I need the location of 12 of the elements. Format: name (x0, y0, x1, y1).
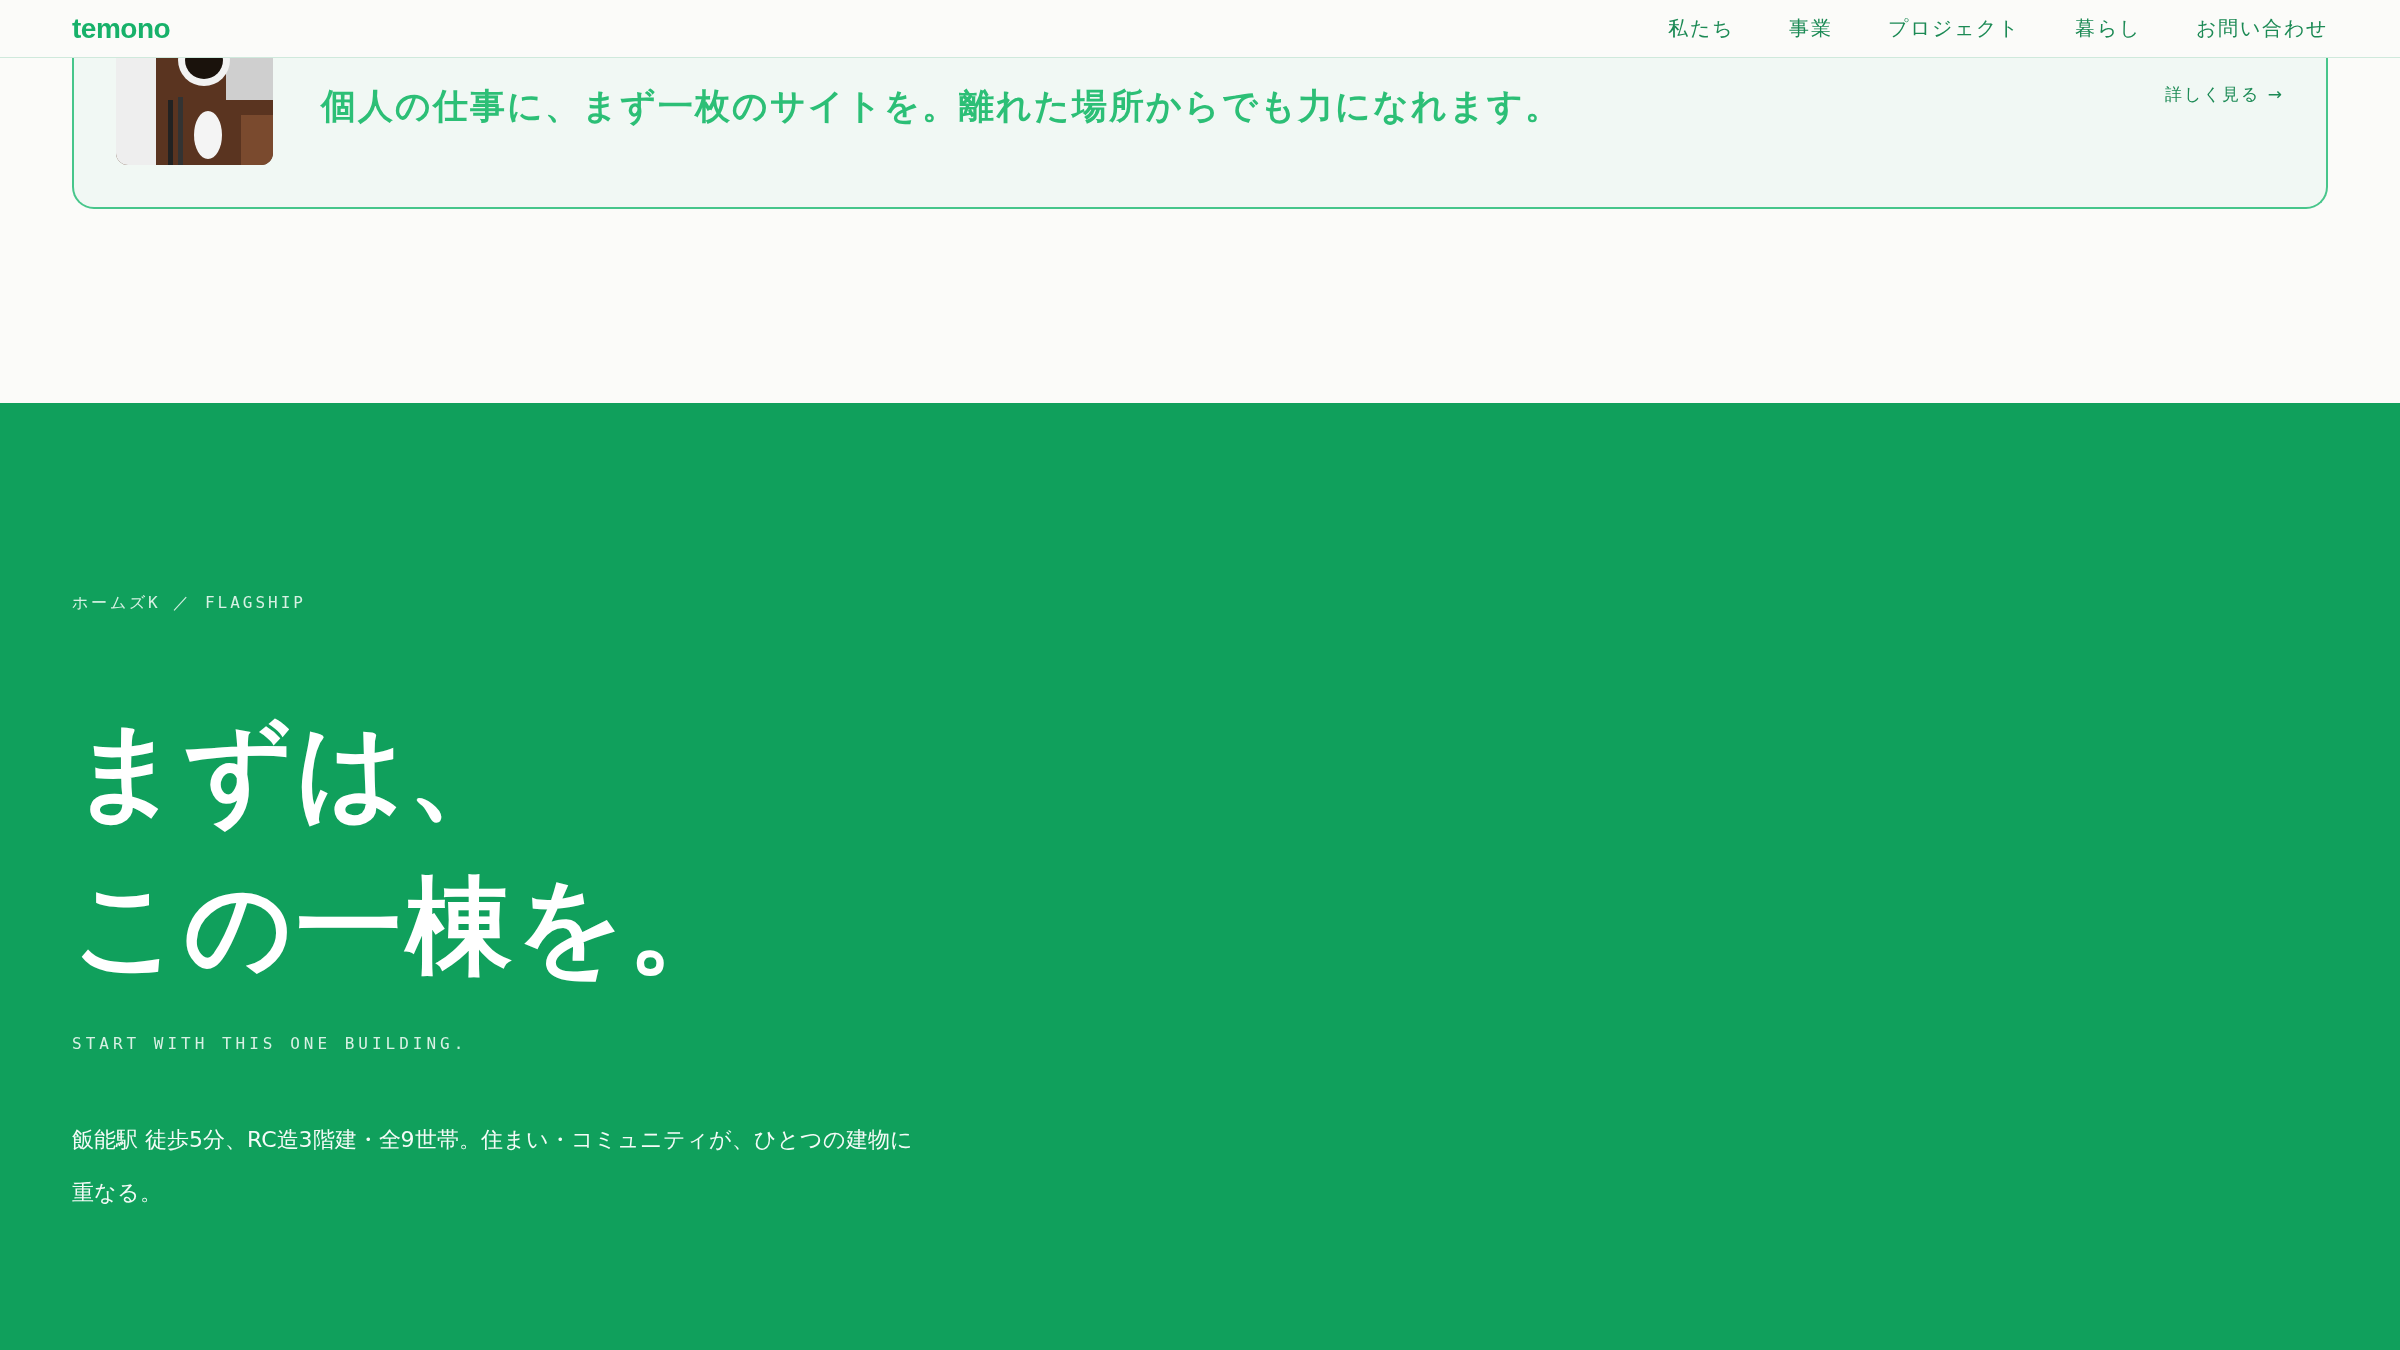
subtitle: START WITH THIS ONE BUILDING. (72, 1034, 469, 1053)
headline: まずは、 この一棟を。 (72, 709, 739, 990)
nav-link[interactable]: 暮らし (2075, 15, 2141, 42)
logo[interactable]: temono (72, 12, 171, 45)
nav-link[interactable]: 私たち (1668, 15, 1734, 42)
breadcrumb: ホームズK ／ FLAGSHIP (72, 593, 307, 614)
nav-link[interactable]: プロジェクト (1888, 15, 2020, 42)
nav-link[interactable]: 事業 (1789, 15, 1833, 42)
description: 飯能駅 徒歩5分、RC造3階建・全9世帯。住まい・コミュニティが、ひとつの建物に重なる。 (72, 1126, 914, 1207)
nav-link[interactable]: お問い合わせ (2196, 15, 2328, 42)
card-title: 個人の仕事に、まず一枚のサイトを。離れた場所からでも力になれます。 (321, 89, 1563, 124)
more-link[interactable]: 詳しく見る → (2165, 83, 2284, 106)
